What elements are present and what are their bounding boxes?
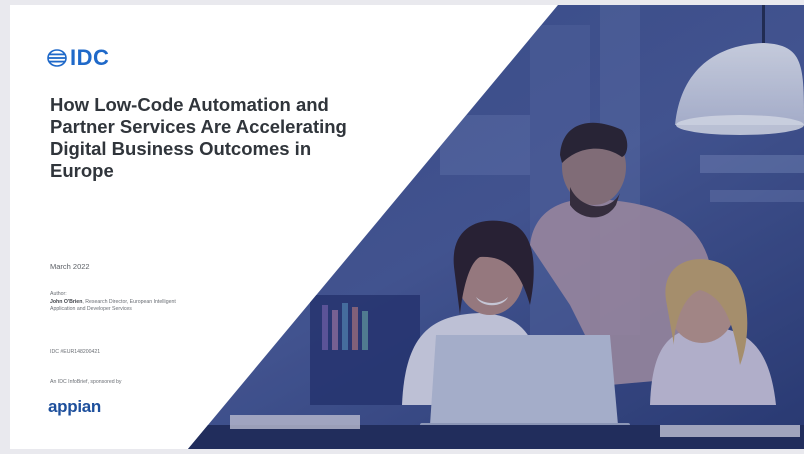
globe-icon [47,49,67,67]
cover-text-panel: IDC How Low-Code Automation and Partner … [10,5,350,449]
author-details: John O'Brien, Research Director, Europea… [50,299,200,313]
cover-slide: IDC How Low-Code Automation and Partner … [10,5,804,449]
appian-logo: appian [48,397,101,416]
idc-logo: IDC [47,45,109,71]
document-title: How Low-Code Automation and Partner Serv… [50,94,347,181]
document-id: IDC #EUR148200421 [50,349,101,355]
author-label: Author: [50,291,67,297]
publication-date: March 2022 [50,262,90,271]
author-name: John O'Brien [50,299,83,305]
idc-logo-text: IDC [70,45,110,70]
sponsor-text: An IDC InfoBrief, sponsored by [50,379,122,385]
document-frame: IDC How Low-Code Automation and Partner … [0,0,804,454]
